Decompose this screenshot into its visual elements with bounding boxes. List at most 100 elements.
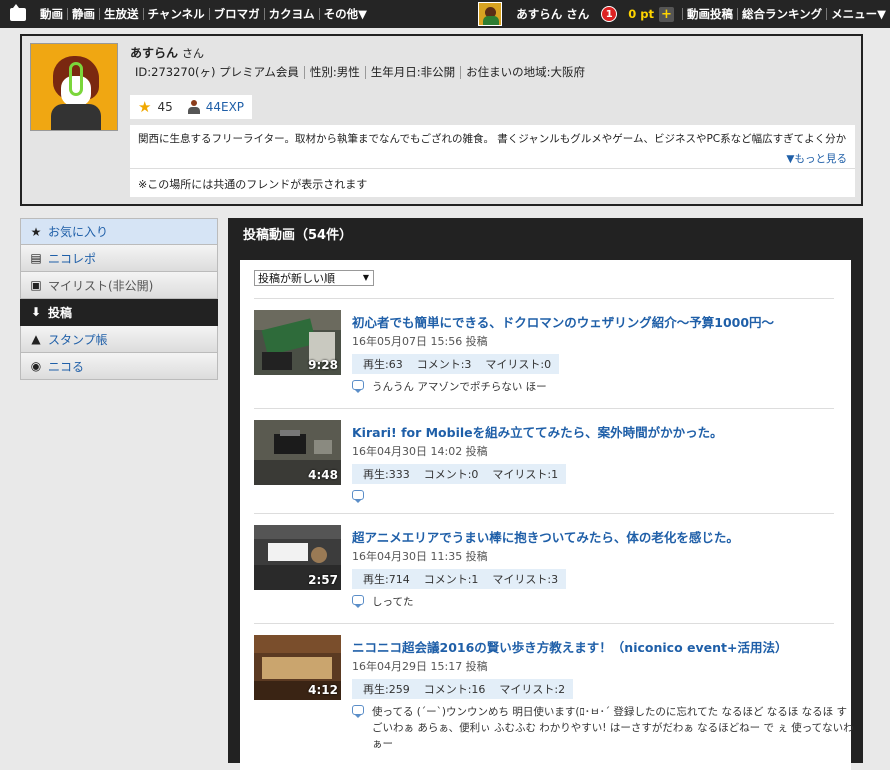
profile-honorific: さん bbox=[182, 47, 205, 60]
latest-comments: うんうん アマゾンでポチらない ほー bbox=[352, 379, 854, 395]
profile-name-text: あすらん bbox=[130, 46, 179, 60]
comment-bubble-icon bbox=[352, 490, 364, 503]
video-duration: 9:28 bbox=[308, 358, 338, 372]
nav-seiga[interactable]: 静画 bbox=[67, 8, 99, 20]
video-stats: 再生:63 コメント:3 マイリスト:0 bbox=[352, 354, 560, 374]
video-item: 9:28 初心者でも簡単にできる、ドクロマンのウェザリング紹介～予算1000円～… bbox=[254, 298, 834, 408]
sidebar-item-label: ニコレポ bbox=[48, 251, 97, 266]
exp-link[interactable]: 44EXP bbox=[206, 100, 244, 114]
sort-select[interactable]: 投稿が新しい順 ▼ bbox=[254, 270, 374, 286]
sidebar-item-label: スタンプ帳 bbox=[48, 332, 108, 347]
mylist-count: マイリスト:3 bbox=[492, 573, 559, 586]
video-title-link[interactable]: 初心者でも簡単にできる、ドクロマンのウェザリング紹介～予算1000円～ bbox=[352, 312, 774, 331]
mylist-icon: ▣ bbox=[30, 278, 42, 292]
latest-comments-text bbox=[372, 489, 854, 500]
document-icon: ▤ bbox=[30, 251, 42, 265]
sidebar-item-stamps[interactable]: ▲ スタンプ帳 bbox=[20, 326, 218, 353]
comment-count: コメント:1 bbox=[423, 573, 479, 586]
video-item: 4:12 ニコニコ超会議2016の賢い歩き方教えます！（niconico eve… bbox=[254, 623, 854, 770]
upload-icon: ⬇ bbox=[30, 305, 42, 319]
comment-bubble-icon bbox=[352, 380, 364, 393]
star-icon: ★ bbox=[30, 224, 42, 239]
nav-blomaga[interactable]: ブロマガ bbox=[208, 8, 264, 20]
latest-comments-text: 使ってる (´ー`)ウンウンめち 明日使います(ﾛ･ㅂ･´ 登録したのに忘れてた… bbox=[372, 706, 854, 750]
show-more-link[interactable]: ▼もっと見る bbox=[786, 151, 847, 166]
video-duration: 4:48 bbox=[308, 468, 338, 482]
view-count: 再生:63 bbox=[363, 358, 403, 371]
view-count: 再生:333 bbox=[363, 468, 410, 481]
video-date: 16年04月30日 11:35 投稿 bbox=[352, 550, 488, 563]
sidebar-item-nicorepo[interactable]: ▤ ニコレポ bbox=[20, 245, 218, 272]
ranking-link[interactable]: 総合ランキング bbox=[737, 8, 826, 20]
mylist-count: マイリスト:0 bbox=[485, 358, 552, 371]
comment-count: コメント:0 bbox=[423, 468, 479, 481]
profile-avatar bbox=[30, 43, 118, 131]
sidebar-item-label: マイリスト(非公開) bbox=[48, 278, 154, 293]
video-title-link[interactable]: 超アニメエリアでうまい棒に抱きついてみたら、体の老化を感じた。 bbox=[352, 527, 739, 546]
notification-badge[interactable]: 1 bbox=[601, 6, 618, 22]
sidebar-item-nicoru[interactable]: ◉ ニコる bbox=[20, 353, 218, 380]
video-thumbnail[interactable]: 4:12 bbox=[254, 635, 341, 700]
niconico-tv-icon[interactable] bbox=[0, 0, 36, 28]
user-sidebar: ★ お気に入り ▤ ニコレポ ▣ マイリスト(非公開) ⬇ 投稿 ▲ スタンプ帳… bbox=[20, 218, 218, 380]
chevron-down-icon: ▼ bbox=[362, 273, 369, 282]
star-icon: ★ bbox=[138, 98, 152, 116]
latest-comments-text: しってた bbox=[372, 596, 414, 608]
sidebar-item-label: 投稿 bbox=[48, 305, 73, 320]
nav-channel[interactable]: チャンネル bbox=[142, 8, 209, 20]
user-name-label[interactable]: あすらん さん bbox=[516, 6, 589, 22]
sidebar-item-label: ニコる bbox=[48, 359, 85, 374]
view-count: 再生:259 bbox=[363, 683, 410, 696]
latest-comments: 使ってる (´ー`)ウンウンめち 明日使います(ﾛ･ㅂ･´ 登録したのに忘れてた… bbox=[352, 704, 854, 752]
comment-bubble-icon bbox=[352, 595, 364, 608]
video-item: 4:48 Kirari! for Mobileを組み立ててみたら、案外時間がかか… bbox=[254, 408, 834, 513]
profile-description: 関西に生息するフリーライター。取材から執筆までなんでもござれの雑食。 書くジャン… bbox=[138, 133, 847, 145]
user-avatar-small[interactable] bbox=[478, 2, 503, 26]
sidebar-item-mylist[interactable]: ▣ マイリスト(非公開) bbox=[20, 272, 218, 299]
video-stats: 再生:259 コメント:16 マイリスト:2 bbox=[352, 679, 574, 699]
global-nav-bar: 動画 静画 生放送 チャンネル ブロマガ カクヨム その他▼ あすらん さん 1… bbox=[0, 0, 890, 28]
video-thumbnail[interactable]: 4:48 bbox=[254, 420, 341, 485]
video-title-link[interactable]: ニコニコ超会議2016の賢い歩き方教えます！（niconico event+活用… bbox=[352, 637, 787, 656]
nav-live[interactable]: 生放送 bbox=[99, 8, 143, 20]
video-thumbnail[interactable]: 2:57 bbox=[254, 525, 341, 590]
profile-gender: 性別:男性 bbox=[303, 66, 365, 79]
profile-id: ID:273270(ヶ) プレミアム会員 bbox=[135, 65, 299, 79]
video-title-link[interactable]: Kirari! for Mobileを組み立ててみたら、案外時間がかかった。 bbox=[352, 422, 723, 441]
nav-kakuyomu[interactable]: カクヨム bbox=[263, 8, 319, 20]
panel-title: 投稿動画（54件） bbox=[243, 227, 353, 243]
mylist-count: マイリスト:2 bbox=[499, 683, 566, 696]
latest-comments-text: うんうん アマゾンでポチらない ほー bbox=[372, 381, 547, 393]
video-duration: 2:57 bbox=[308, 573, 338, 587]
service-nav: 動画 静画 生放送 チャンネル ブロマガ カクヨム その他▼ bbox=[36, 0, 371, 28]
profile-region: お住まいの地域:大阪府 bbox=[460, 66, 590, 79]
sort-select-value: 投稿が新しい順 bbox=[258, 272, 335, 285]
video-date: 16年04月29日 15:17 投稿 bbox=[352, 660, 488, 673]
video-list-container: 投稿が新しい順 ▼ 9:28 初心者でも簡単にできる、ドクロマンのウェザリング紹… bbox=[240, 260, 854, 770]
video-date: 16年04月30日 14:02 投稿 bbox=[352, 445, 488, 458]
sidebar-item-uploads[interactable]: ⬇ 投稿 bbox=[20, 299, 218, 326]
profile-meta: ID:273270(ヶ) プレミアム会員 性別:男性 生年月日:非公開 お住まい… bbox=[130, 66, 590, 79]
points-label: 0 pt bbox=[628, 7, 654, 21]
upload-video-link[interactable]: 動画投稿 bbox=[682, 8, 737, 20]
nicoru-icon: ◉ bbox=[30, 359, 42, 373]
add-points-button[interactable]: + bbox=[659, 6, 674, 22]
nav-douga[interactable]: 動画 bbox=[36, 8, 67, 20]
user-level-icon bbox=[187, 100, 201, 114]
video-thumbnail[interactable]: 9:28 bbox=[254, 310, 341, 375]
user-area: あすらん さん 1 0 pt + 動画投稿 総合ランキング メニュー▼ bbox=[478, 0, 890, 28]
profile-birthday: 生年月日:非公開 bbox=[364, 66, 460, 79]
uploaded-videos-panel: 投稿動画（54件） 投稿が新しい順 ▼ 9:28 初心者でも簡単にできる、ドクロ… bbox=[228, 218, 863, 770]
latest-comments bbox=[352, 489, 854, 503]
menu-dropdown[interactable]: メニュー▼ bbox=[826, 8, 890, 20]
video-date: 16年05月07日 15:56 投稿 bbox=[352, 335, 488, 348]
star-count: 45 bbox=[157, 100, 173, 114]
sidebar-item-favorites[interactable]: ★ お気に入り bbox=[20, 218, 218, 245]
nav-others-menu[interactable]: その他▼ bbox=[318, 8, 371, 20]
latest-comments: しってた bbox=[352, 594, 854, 610]
video-duration: 4:12 bbox=[308, 683, 338, 697]
profile-stats: ★ 45 44EXP bbox=[130, 95, 253, 119]
profile-description-box: 関西に生息するフリーライター。取材から執筆までなんでもござれの雑食。 書くジャン… bbox=[130, 125, 855, 197]
video-item: 2:57 超アニメエリアでうまい棒に抱きついてみたら、体の老化を感じた。 16年… bbox=[254, 513, 834, 623]
profile-name: あすらん さん bbox=[130, 44, 204, 61]
